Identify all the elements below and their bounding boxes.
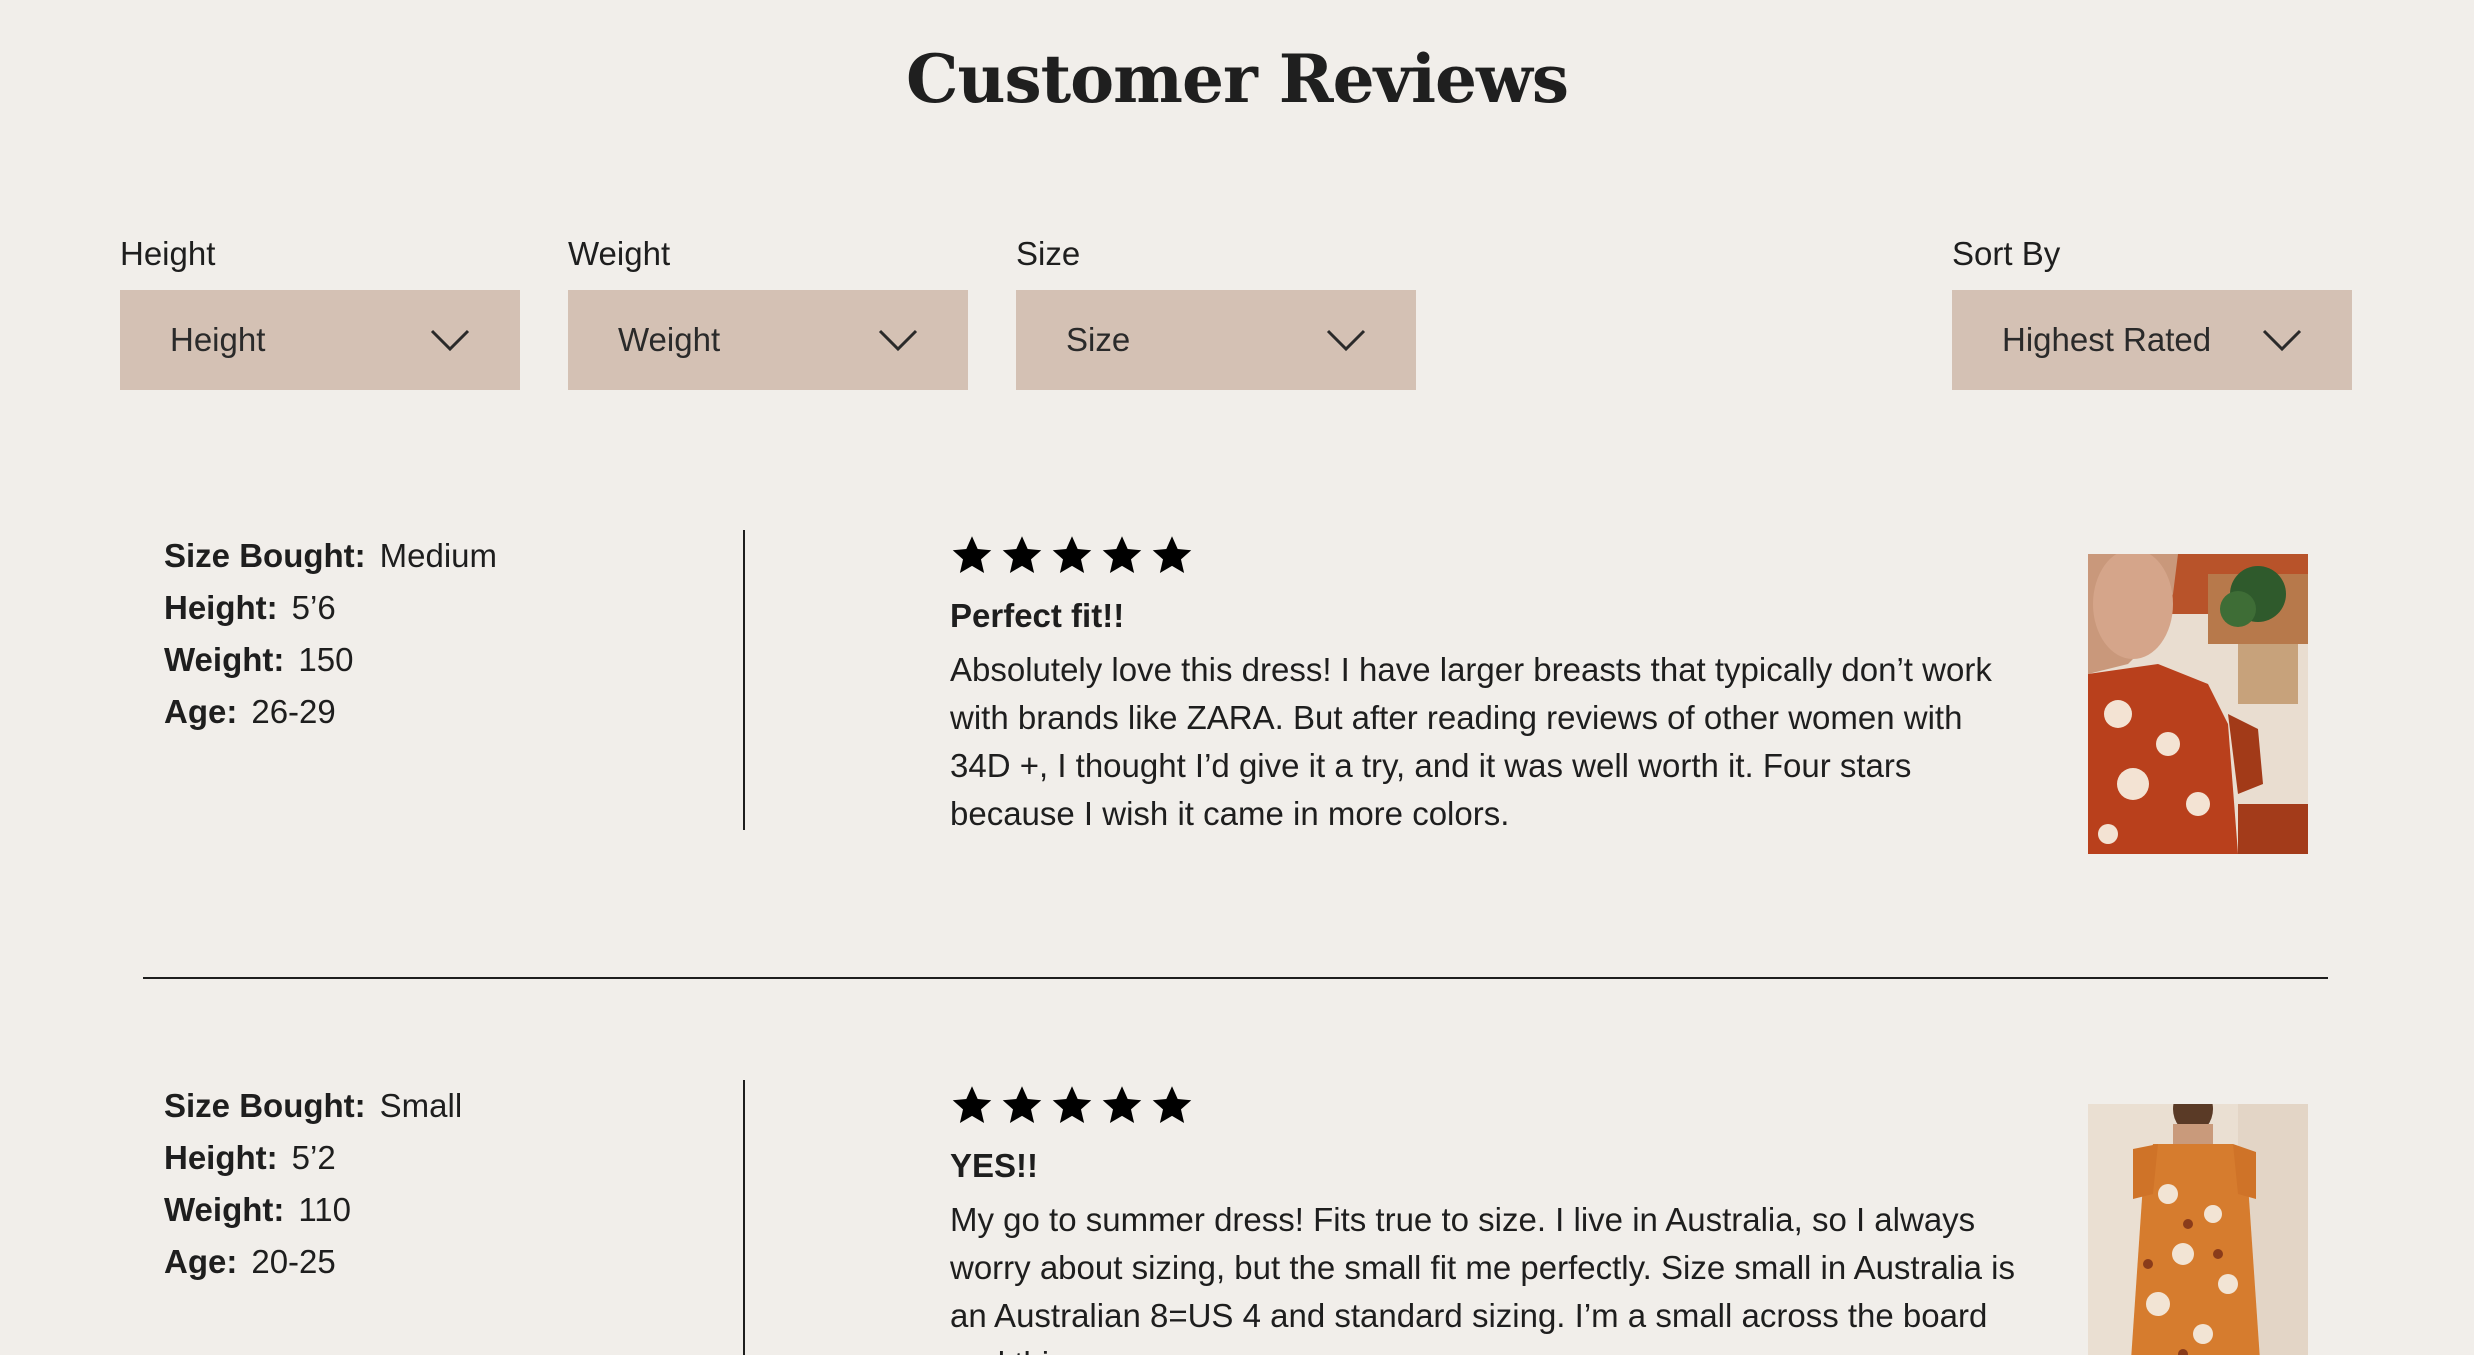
age-row: Age: 20-25 [164,1236,724,1288]
sort-select[interactable]: Highest Rated [1952,290,2352,390]
weight-row: Weight: 110 [164,1184,724,1236]
star-icon [1002,536,1042,573]
size-bought-value: Small [379,1087,463,1124]
size-bought-row: Size Bought: Small [164,1080,724,1132]
size-filter: Size Size [1016,232,1416,390]
star-rating [950,530,2020,580]
weight-filter: Weight Weight [568,232,968,390]
height-select-value: Height [170,321,266,358]
weight-filter-label: Weight [568,235,671,272]
size-select[interactable]: Size [1016,290,1416,390]
chevron-down-icon [2262,329,2302,352]
review-content: YES!! My go to summer dress! Fits true t… [950,1080,2020,1355]
review-body: Absolutely love this dress! I have large… [950,651,1992,832]
reviewer-info: Size Bought: Small Height: 5’2 Weight: 110 … [164,1080,724,1288]
dress-photo-image [2088,1104,2308,1355]
dress-photo-image [2088,554,2308,854]
height-key: Height: [164,589,278,626]
size-bought-key: Size Bought: [164,537,366,574]
sort-label: Sort By [1952,235,2061,272]
size-select-value: Size [1066,321,1131,358]
chevron-down-icon [878,329,918,352]
review-divider [143,977,2328,979]
size-bought-row: Size Bought: Medium [164,530,724,582]
weight-select[interactable]: Weight [568,290,968,390]
star-icon [1152,536,1192,573]
height-value: 5’6 [291,589,336,626]
star-icon [1052,1086,1092,1123]
size-bought-key: Size Bought: [164,1087,366,1124]
star-icon [1102,1086,1142,1123]
review-title: YES!! [950,1147,1039,1184]
sort-select-value: Highest Rated [2002,321,2212,358]
size-filter-label: Size [1016,235,1081,272]
review-photo[interactable] [2088,554,2308,854]
weight-value: 150 [298,641,354,678]
reviews-page: Customer Reviews Height Height Weight We… [0,0,2474,1355]
chevron-down-icon [430,329,470,352]
sort-filter: Sort By Highest Rated [1952,232,2352,390]
review-photo[interactable] [2088,1104,2308,1355]
star-icon [1102,536,1142,573]
height-filter-label: Height [120,235,216,272]
age-value: 20-25 [251,1243,336,1280]
chevron-down-icon [1326,329,1366,352]
vertical-divider [743,1080,745,1355]
weight-value: 110 [298,1191,351,1228]
weight-key: Weight: [164,1191,285,1228]
height-row: Height: 5’2 [164,1132,724,1184]
star-rating [950,1080,2020,1130]
star-icon [952,1086,992,1123]
size-bought-value: Medium [379,537,498,574]
age-key: Age: [164,693,238,730]
height-select[interactable]: Height [120,290,520,390]
review-body: My go to summer dress! Fits true to size… [950,1201,2015,1355]
weight-select-value: Weight [618,321,721,358]
height-value: 5’2 [291,1139,336,1176]
star-icon [1002,1086,1042,1123]
weight-row: Weight: 150 [164,634,724,686]
reviewer-info: Size Bought: Medium Height: 5’6 Weight: 150… [164,530,724,738]
age-value: 26-29 [251,693,336,730]
weight-key: Weight: [164,641,285,678]
age-row: Age: 26-29 [164,686,724,738]
review-title: Perfect fit!! [950,597,1125,634]
review-content: Perfect fit!! Absolutely love this dress… [950,530,2020,838]
height-filter: Height Height [120,232,520,390]
star-icon [952,536,992,573]
age-key: Age: [164,1243,238,1280]
height-row: Height: 5’6 [164,582,724,634]
height-key: Height: [164,1139,278,1176]
page-title: Customer Reviews [906,40,1569,118]
star-icon [1052,536,1092,573]
star-icon [1152,1086,1192,1123]
vertical-divider [743,530,745,830]
